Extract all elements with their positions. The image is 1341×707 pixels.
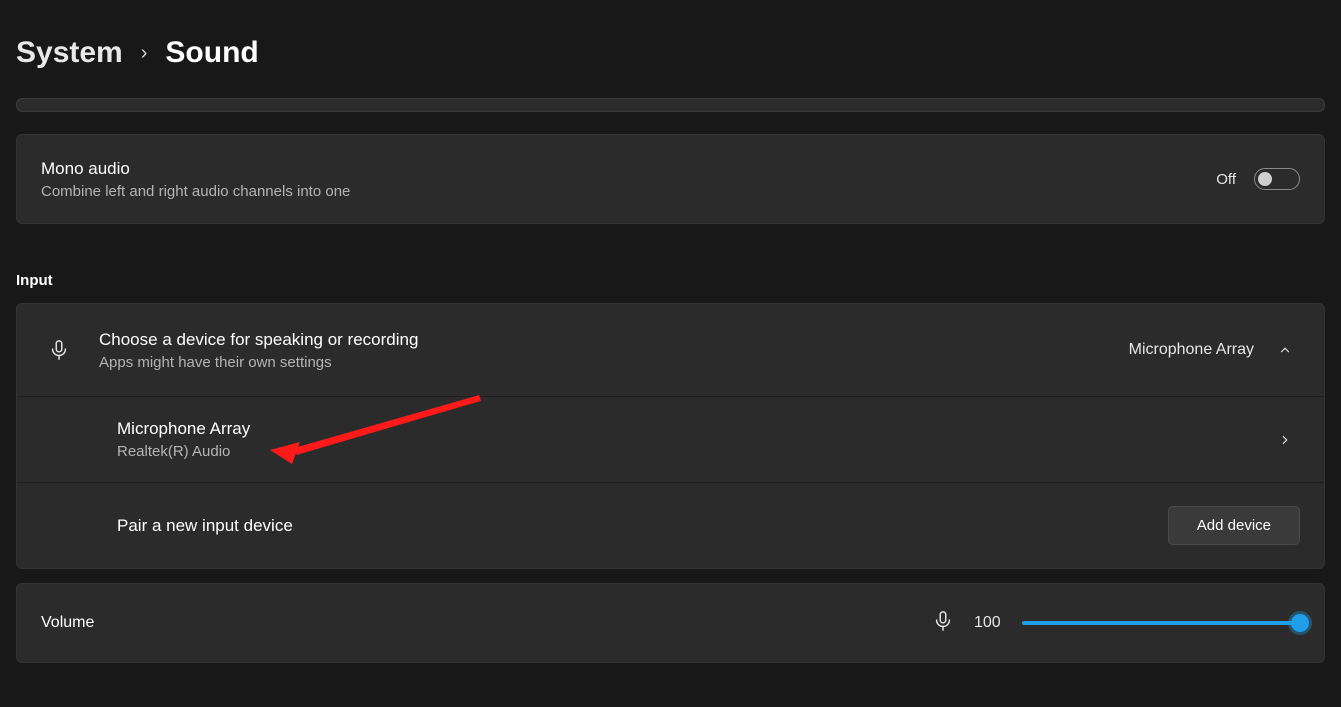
input-volume-card: Volume 100 — [16, 583, 1325, 663]
microphone-icon — [932, 610, 954, 637]
breadcrumb-parent[interactable]: System — [16, 36, 123, 70]
add-device-button[interactable]: Add device — [1168, 506, 1300, 545]
choose-device-sub: Apps might have their own settings — [99, 354, 1129, 371]
microphone-icon — [41, 339, 77, 361]
slider-thumb[interactable] — [1291, 614, 1309, 632]
input-section-header: Input — [16, 230, 1325, 303]
choose-input-device-row[interactable]: Choose a device for speaking or recordin… — [17, 304, 1324, 396]
previous-card-edge — [16, 98, 1325, 112]
chevron-right-icon — [1270, 425, 1300, 455]
input-device-group: Choose a device for speaking or recordin… — [16, 303, 1325, 569]
mono-toggle-state: Off — [1216, 171, 1236, 188]
mono-audio-toggle[interactable] — [1254, 168, 1300, 190]
input-device-item[interactable]: Microphone Array Realtek(R) Audio — [17, 396, 1324, 482]
mono-audio-card: Mono audio Combine left and right audio … — [16, 134, 1325, 224]
pair-device-label: Pair a new input device — [117, 516, 293, 536]
volume-label: Volume — [41, 614, 932, 632]
choose-device-title: Choose a device for speaking or recordin… — [99, 330, 1129, 350]
breadcrumb: System › Sound — [0, 0, 1341, 98]
mono-audio-sub: Combine left and right audio channels in… — [41, 183, 350, 200]
volume-value: 100 — [974, 614, 1008, 632]
device-name: Microphone Array — [117, 419, 1270, 439]
volume-slider[interactable] — [1022, 621, 1300, 625]
device-driver: Realtek(R) Audio — [117, 443, 1270, 460]
breadcrumb-current: Sound — [165, 36, 258, 70]
chevron-up-icon — [1270, 335, 1300, 365]
chevron-right-icon: › — [141, 42, 148, 65]
toggle-knob — [1258, 172, 1272, 186]
mono-audio-title: Mono audio — [41, 159, 350, 179]
pair-input-device-row: Pair a new input device Add device — [17, 482, 1324, 568]
selected-input-device: Microphone Array — [1129, 341, 1254, 359]
